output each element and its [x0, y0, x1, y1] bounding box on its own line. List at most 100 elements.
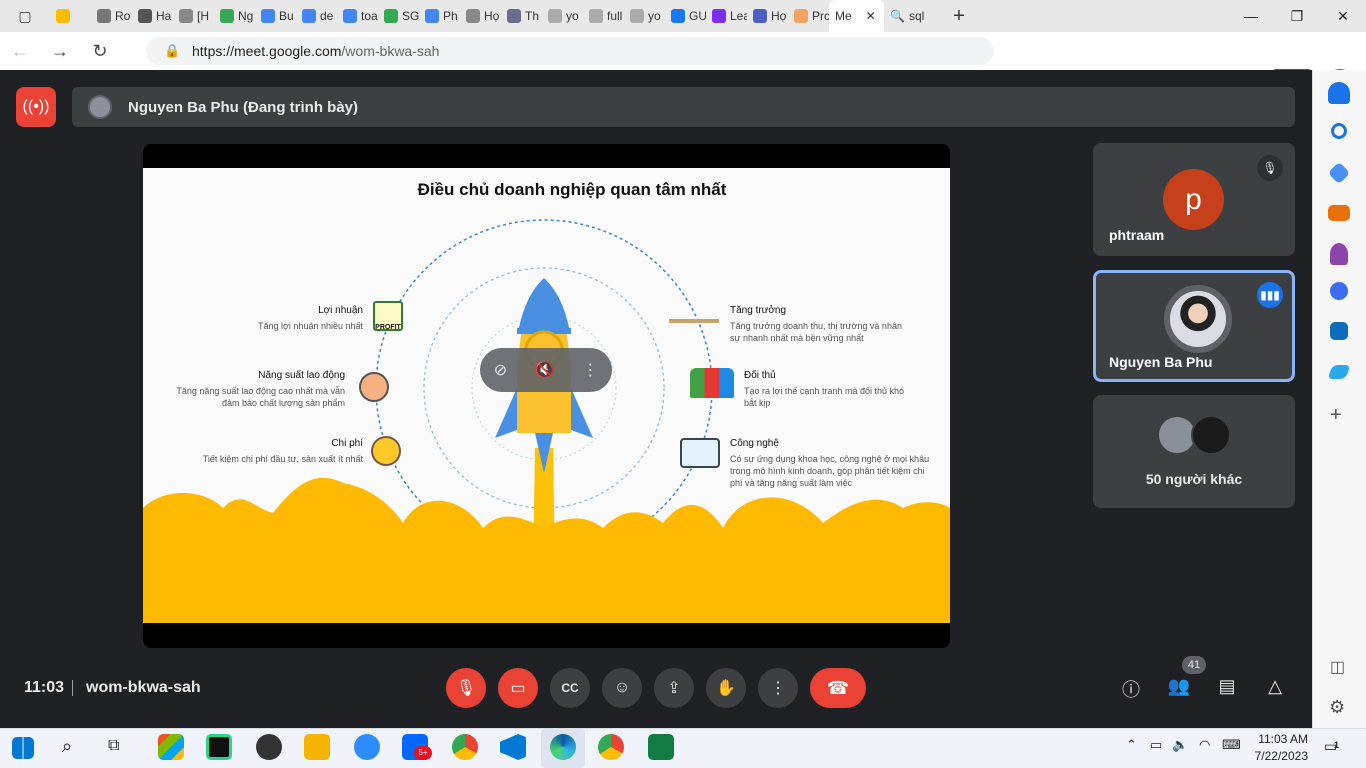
camera-off-button[interactable]: ▭	[498, 668, 538, 708]
pycharm-icon[interactable]	[206, 734, 232, 760]
tab-label: Ro	[115, 9, 131, 23]
browser-tab[interactable]: Ng	[214, 0, 255, 32]
volume-icon[interactable]: 🔈	[1172, 737, 1188, 753]
people-icon[interactable]: 👥	[1167, 676, 1191, 700]
minimize-button[interactable]: —	[1228, 0, 1274, 32]
more-options-icon[interactable]: ⋮	[582, 360, 598, 380]
wifi-icon[interactable]: ◠	[1199, 737, 1210, 753]
meeting-code: wom-bkwa-sah	[86, 679, 201, 696]
battery-icon[interactable]: ▭	[1150, 737, 1162, 753]
leave-call-button[interactable]: ☎	[810, 668, 866, 708]
back-button[interactable]: ←	[0, 32, 40, 70]
tab-label: Bu	[279, 9, 294, 23]
browser-tab[interactable]: Ph	[419, 0, 460, 32]
avatar-initial: p	[1185, 182, 1202, 216]
present-screen-button[interactable]: ⇪	[654, 668, 694, 708]
tab-label: Ng	[238, 9, 254, 23]
chrome-icon[interactable]	[452, 734, 478, 760]
chrome-profile-icon[interactable]	[598, 734, 624, 760]
task-view-icon[interactable]: ⧉	[108, 737, 119, 755]
close-window-button[interactable]: ✕	[1320, 0, 1366, 32]
participant-tile-others[interactable]: 50 người khác	[1093, 395, 1295, 508]
tab-google-meet[interactable]: Me ✕	[829, 0, 884, 32]
participant-count-badge: 41	[1182, 656, 1206, 674]
profit-chart-icon: PROFIT	[373, 301, 403, 331]
tab-favicon-icon	[384, 9, 398, 23]
obs-icon[interactable]	[256, 734, 282, 760]
browser-tab[interactable]: SG	[378, 0, 419, 32]
browser-tab[interactable]: Ha	[132, 0, 173, 32]
browser-tab[interactable]: Lea	[706, 0, 747, 32]
hide-sidebar-icon[interactable]: ◫	[1330, 657, 1345, 677]
browser-tab[interactable]: de	[296, 0, 337, 32]
tab-favicon-icon	[589, 9, 603, 23]
sidebar-settings-icon[interactable]: ⚙	[1329, 697, 1345, 718]
right-item-text: Có sự ứng dụng khoa học, công nghệ ở mọi…	[730, 454, 930, 488]
close-tab-icon[interactable]: ✕	[866, 9, 876, 23]
url-field[interactable]: 🔒 https://meet.google.com/wom-bkwa-sah	[146, 37, 994, 65]
add-sidebar-app-icon[interactable]: +	[1330, 404, 1342, 427]
browser-tab[interactable]: Họ	[747, 0, 788, 32]
restore-button[interactable]: ❐	[1274, 0, 1320, 32]
browser-tab[interactable]: GU	[665, 0, 706, 32]
left-item-productivity: Năng suất lao động Tăng năng suất lao độ…	[173, 370, 345, 409]
captions-button[interactable]: CC	[550, 668, 590, 708]
participant-tile-nguyen-ba-phu[interactable]: ▮▮▮ Nguyen Ba Phu	[1093, 270, 1295, 382]
browser-tab[interactable]: Bu	[255, 0, 296, 32]
reload-button[interactable]: ↻	[80, 32, 120, 70]
browser-tab[interactable]: Họ	[460, 0, 501, 32]
tab-favicon-icon	[302, 9, 316, 23]
left-item-text: Tiết kiệm chi phí đầu tư, sản xuất ít nh…	[202, 454, 363, 464]
browser-tab[interactable]: full	[583, 0, 624, 32]
tab-sql[interactable]: 🔍 sql	[884, 0, 944, 32]
rocket-right-fin	[571, 388, 593, 438]
chat-icon[interactable]: ▤	[1215, 676, 1239, 700]
browser-tab[interactable]: toa	[337, 0, 378, 32]
browser-tab[interactable]: Th	[501, 0, 542, 32]
raise-hand-button[interactable]: ✋	[706, 668, 746, 708]
broadcast-icon[interactable]: ((•))	[16, 87, 56, 127]
taskbar-clock[interactable]: 11:03 AM 7/22/2023	[1248, 731, 1308, 765]
browser-tab[interactable]: yo	[542, 0, 583, 32]
new-tab-button[interactable]: +	[944, 5, 974, 28]
emoji-reactions-button[interactable]: ☺	[602, 668, 642, 708]
show-hidden-icons[interactable]: ⌃	[1126, 737, 1137, 753]
url-host: https://meet.google.com	[192, 43, 342, 59]
browser-tab[interactable]	[50, 0, 91, 32]
more-options-button[interactable]: ⋮	[758, 668, 798, 708]
microsoft-store-icon[interactable]	[158, 734, 184, 760]
presenter-label: Nguyen Ba Phu (Đang trình bày)	[128, 98, 359, 116]
browser-tab[interactable]: Prc	[788, 0, 829, 32]
mute-presentation-icon[interactable]: 🔇	[535, 360, 555, 380]
browser-tab[interactable]: [H	[173, 0, 214, 32]
forward-button[interactable]: →	[40, 32, 80, 70]
tools-briefcase-icon[interactable]	[1328, 205, 1350, 221]
activities-icon[interactable]: △	[1263, 676, 1287, 700]
microphone-off-button[interactable]: 🎙	[446, 668, 486, 708]
file-explorer-icon[interactable]	[304, 734, 330, 760]
browser-tab[interactable]: Ro	[91, 0, 132, 32]
browser-tab[interactable]: yo	[624, 0, 665, 32]
presenter-avatar	[88, 95, 112, 119]
search-taskbar-icon[interactable]: ⌕	[62, 736, 72, 757]
keyboard-icon[interactable]: ⌨	[1222, 737, 1241, 753]
notification-bell-icon[interactable]	[1328, 82, 1350, 104]
left-item-heading: Năng suất lao động	[258, 370, 345, 381]
windows-start-icon[interactable]	[12, 737, 34, 759]
participant-avatar	[1191, 415, 1231, 455]
edge-icon[interactable]	[550, 734, 576, 760]
right-item-competitor: Đối thủ Tạo ra lợi thế cạnh tranh mà đối…	[744, 370, 909, 409]
tab-favicon-icon	[507, 9, 521, 23]
outlook-icon[interactable]	[1330, 322, 1348, 340]
meeting-info-icon[interactable]: ⓘ	[1119, 676, 1143, 700]
participant-tile-phtraam[interactable]: p 🎙 phtraam	[1093, 143, 1295, 256]
search-sidebar-icon[interactable]	[1331, 123, 1347, 139]
tab-favicon-icon	[753, 9, 767, 23]
games-icon[interactable]	[1330, 243, 1348, 265]
tab-actions-icon[interactable]: ▢	[0, 0, 50, 32]
zoom-icon[interactable]	[354, 734, 380, 760]
excel-icon[interactable]	[648, 734, 674, 760]
pin-off-icon[interactable]: ⊘	[494, 360, 507, 380]
participant-avatar: p	[1163, 169, 1224, 230]
microsoft-365-icon[interactable]	[1330, 282, 1348, 300]
